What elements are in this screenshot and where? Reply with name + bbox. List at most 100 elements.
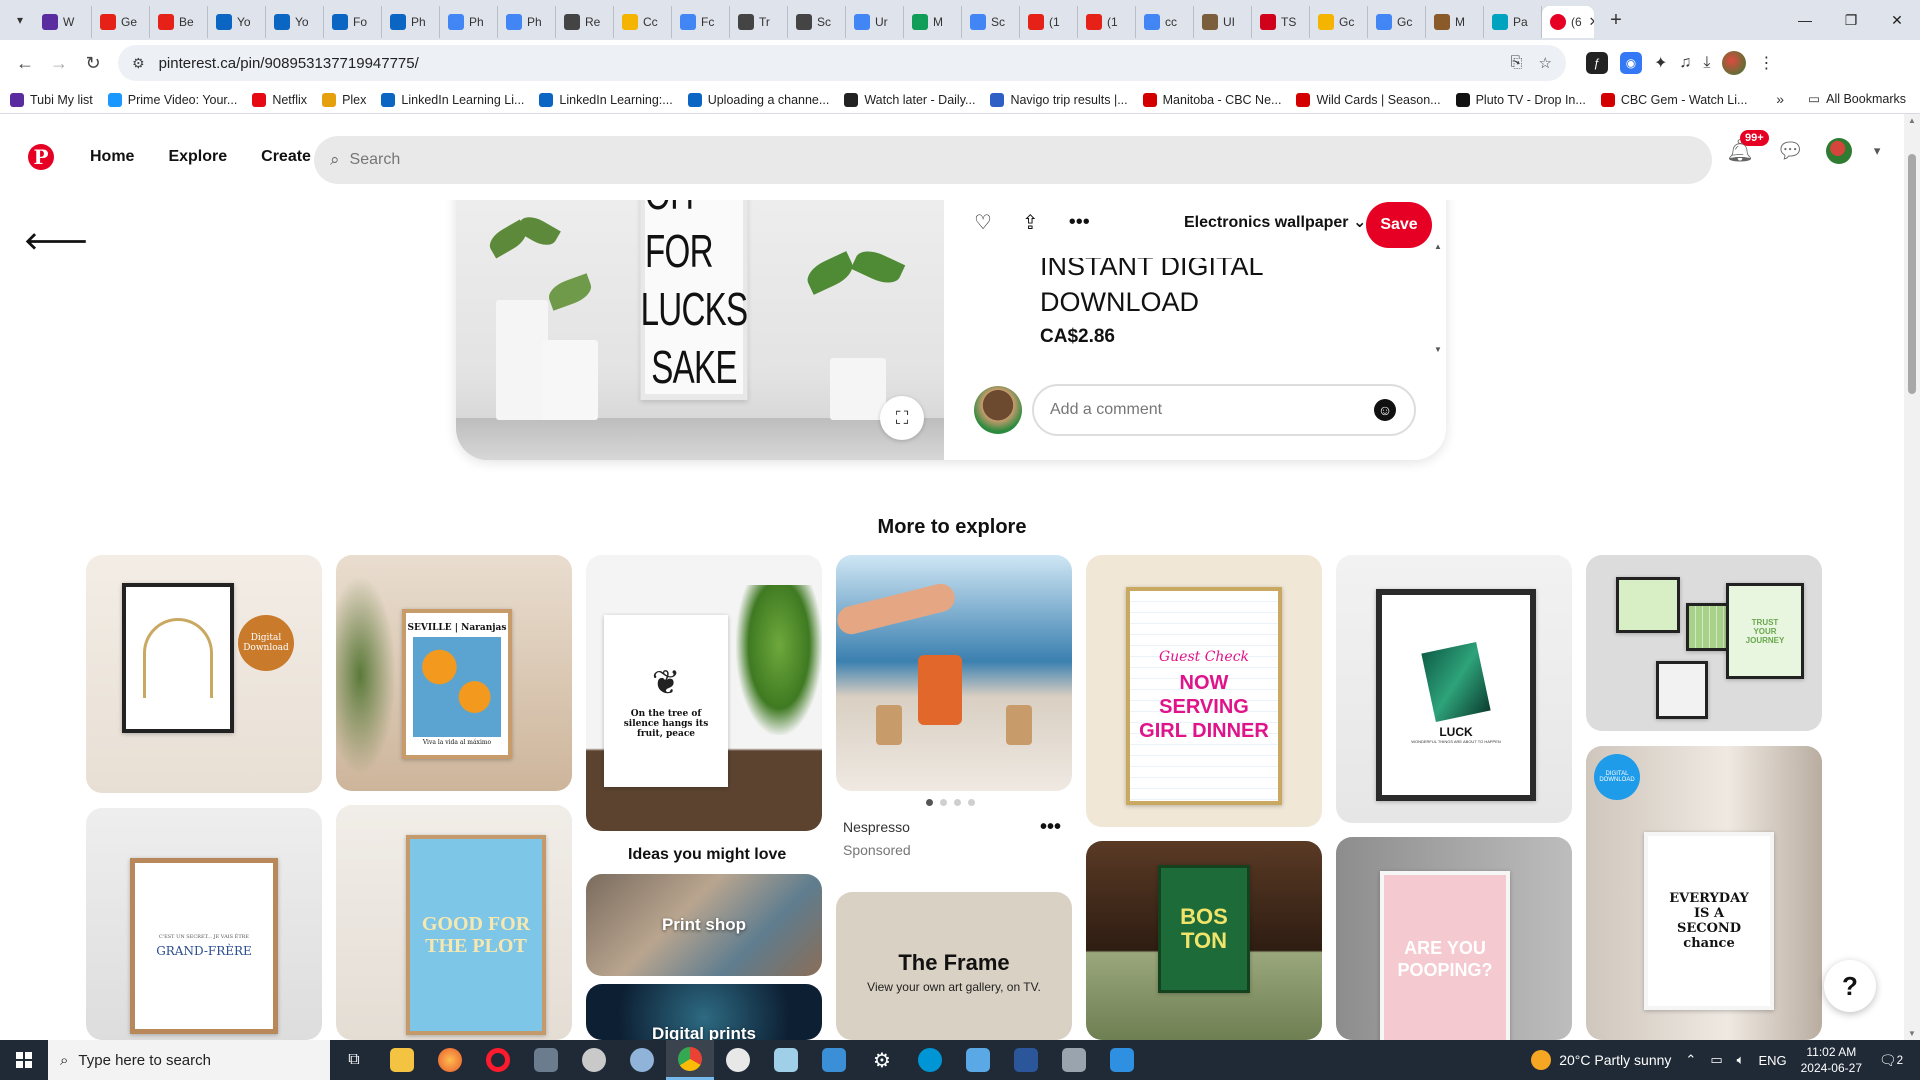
browser-tab[interactable]: Ph [498, 6, 556, 38]
install-app-icon[interactable]: ⎘ [1511, 54, 1523, 72]
search-input[interactable]: ⌕ Search [314, 136, 1712, 184]
browser-tab[interactable]: Pa [1484, 6, 1542, 38]
app-icon[interactable] [810, 1040, 858, 1080]
browser-tab[interactable]: W [34, 6, 92, 38]
explore-pin[interactable]: BOS TON [1086, 841, 1322, 1040]
pinterest-logo-icon[interactable]: P [28, 144, 54, 170]
bookmark-item[interactable]: Uploading a channe... [687, 92, 829, 107]
browser-tab[interactable]: Gc [1368, 6, 1426, 38]
help-button[interactable]: ? [1824, 960, 1876, 1012]
bookmark-item[interactable]: Prime Video: Your... [107, 92, 237, 107]
all-bookmarks-button[interactable]: ▭ All Bookmarks [1808, 91, 1906, 107]
account-avatar[interactable] [1825, 138, 1852, 164]
explore-pin[interactable]: SEVILLE | Naranjas Viva la vida al máxim… [336, 555, 572, 791]
restore-button[interactable]: ❐ [1828, 0, 1874, 40]
carousel-dot[interactable] [968, 799, 975, 806]
app-icon[interactable] [618, 1040, 666, 1080]
browser-tab[interactable]: Re [556, 6, 614, 38]
bookmark-item[interactable]: Manitoba - CBC Ne... [1142, 92, 1281, 107]
react-heart-icon[interactable]: ♡ [974, 210, 992, 235]
bookmark-item[interactable]: Navigo trip results |... [990, 92, 1128, 107]
browser-tab[interactable]: Gc [1310, 6, 1368, 38]
bookmark-star-icon[interactable]: ☆ [1539, 54, 1552, 72]
browser-tab[interactable]: Be [150, 6, 208, 38]
extensions-puzzle-icon[interactable]: ✦ [1654, 53, 1667, 73]
taskbar-search-input[interactable]: ⌕ Type here to search [48, 1040, 330, 1080]
new-tab-button[interactable]: + [1600, 4, 1632, 36]
bookmark-item[interactable]: CBC Gem - Watch Li... [1600, 92, 1747, 107]
nav-explore[interactable]: Explore [168, 148, 227, 166]
weather-widget[interactable]: 20°C Partly sunny [1531, 1050, 1671, 1070]
volume-icon[interactable]: 🔈︎ [1737, 1052, 1745, 1068]
pin-more-options-icon[interactable]: ••• [1040, 816, 1061, 839]
page-scrollbar[interactable]: ▲ ▼ [1904, 114, 1920, 1040]
nav-create[interactable]: Create [261, 148, 311, 166]
scroll-up-icon[interactable]: ▲ [1434, 242, 1442, 251]
carousel-dot[interactable] [926, 799, 933, 806]
browser-menu-icon[interactable]: ⋮ [1758, 53, 1774, 73]
browser-tab[interactable]: Ph [440, 6, 498, 38]
explore-pin[interactable]: The Frame View your own art gallery, on … [836, 892, 1072, 1040]
details-scrollbar[interactable]: ▲ ▼ [1434, 242, 1442, 354]
scroll-down-icon[interactable]: ▼ [1908, 1029, 1916, 1038]
back-button[interactable]: ← [8, 46, 42, 80]
network-icon[interactable]: ▭ [1710, 1052, 1722, 1068]
close-window-button[interactable]: ✕ [1874, 0, 1920, 40]
forward-button[interactable]: → [42, 46, 76, 80]
carousel-dot[interactable] [954, 799, 961, 806]
word-icon[interactable] [1002, 1040, 1050, 1080]
explore-pin[interactable]: C'EST UN SECRET... JE VAIS ÊTRE GRAND-FR… [86, 808, 322, 1040]
profile-avatar[interactable] [1722, 51, 1747, 75]
firefox-icon[interactable] [426, 1040, 474, 1080]
file-explorer-icon[interactable] [378, 1040, 426, 1080]
tab-search-button[interactable]: ▾ [6, 6, 34, 34]
tab-active-pinterest[interactable]: (6 ✕ [1542, 6, 1594, 38]
explore-pin-sponsored[interactable] [836, 555, 1072, 791]
bookmark-item[interactable]: Watch later - Daily... [844, 92, 975, 107]
board-selector[interactable]: Electronics wallpaper ⌄ [1184, 212, 1366, 232]
explore-pin[interactable]: LUCK WONDERFUL THINGS ARE ABOUT TO HAPPE… [1336, 555, 1572, 823]
download-icon[interactable]: ⤓ [1703, 54, 1710, 72]
explore-pin[interactable]: GOOD FOR THE PLOT [336, 805, 572, 1040]
bookmark-item[interactable]: Pluto TV - Drop In... [1455, 92, 1586, 107]
account-chevron-down-icon[interactable]: ▾ [1874, 143, 1881, 159]
explore-pin[interactable]: TRUST YOUR JOURNEY [1586, 555, 1822, 731]
browser-tab[interactable]: Ge [92, 6, 150, 38]
browser-tab[interactable]: Fo [324, 6, 382, 38]
browser-tab[interactable]: Cc [614, 6, 672, 38]
browser-tab[interactable]: Yo [208, 6, 266, 38]
pin-image[interactable]: OH FOR LUCKS SAKE ⛶ [456, 170, 944, 460]
browser-tab[interactable]: Sc [788, 6, 846, 38]
explore-pin[interactable]: DIGITAL DOWNLOAD EVERYDAY IS A SECOND ch… [1586, 746, 1822, 1040]
reload-button[interactable]: ↻ [76, 46, 110, 80]
minimize-button[interactable]: — [1782, 0, 1828, 40]
bookmark-item[interactable]: Plex [322, 92, 366, 107]
share-icon[interactable]: ⇪ [1022, 210, 1039, 235]
more-bookmarks-icon[interactable]: » [1776, 91, 1784, 107]
idea-card-digital-prints[interactable]: Digital prints [586, 984, 822, 1040]
notifications-bell-icon[interactable]: 🔔︎ 99+ [1726, 130, 1769, 164]
language-indicator[interactable]: ENG [1758, 1053, 1786, 1068]
nav-home[interactable]: Home [90, 148, 134, 166]
bookmark-item[interactable]: Tubi My list [10, 92, 93, 107]
carousel-dot[interactable] [940, 799, 947, 806]
notification-center-icon[interactable]: 🗨︎ 2 [1876, 1045, 1906, 1075]
hp-icon[interactable] [906, 1040, 954, 1080]
show-hidden-icons-icon[interactable]: ⌃ [1685, 1052, 1696, 1068]
browser-tab[interactable]: Fc [672, 6, 730, 38]
browser-tab[interactable]: (1 [1020, 6, 1078, 38]
explore-pin[interactable]: ARE YOU POOPING? [1336, 837, 1572, 1040]
explore-pin[interactable]: Guest Check NOW SERVING GIRL DINNER [1086, 555, 1322, 827]
browser-tab[interactable]: UI [1194, 6, 1252, 38]
browser-tab[interactable]: Yo [266, 6, 324, 38]
windows-start-button[interactable] [0, 1040, 48, 1080]
app-icon[interactable] [714, 1040, 762, 1080]
chrome-icon[interactable] [666, 1040, 714, 1080]
settings-gear-icon[interactable]: ⚙ [858, 1040, 906, 1080]
clock[interactable]: 11:02 AM 2024-06-27 [1801, 1044, 1862, 1076]
opera-icon[interactable] [474, 1040, 522, 1080]
emoji-icon[interactable]: ☺ [1374, 399, 1396, 421]
more-options-icon[interactable]: ••• [1069, 211, 1090, 234]
browser-tab[interactable]: cc [1136, 6, 1194, 38]
visual-search-lens-icon[interactable]: ⛶ [880, 396, 924, 440]
